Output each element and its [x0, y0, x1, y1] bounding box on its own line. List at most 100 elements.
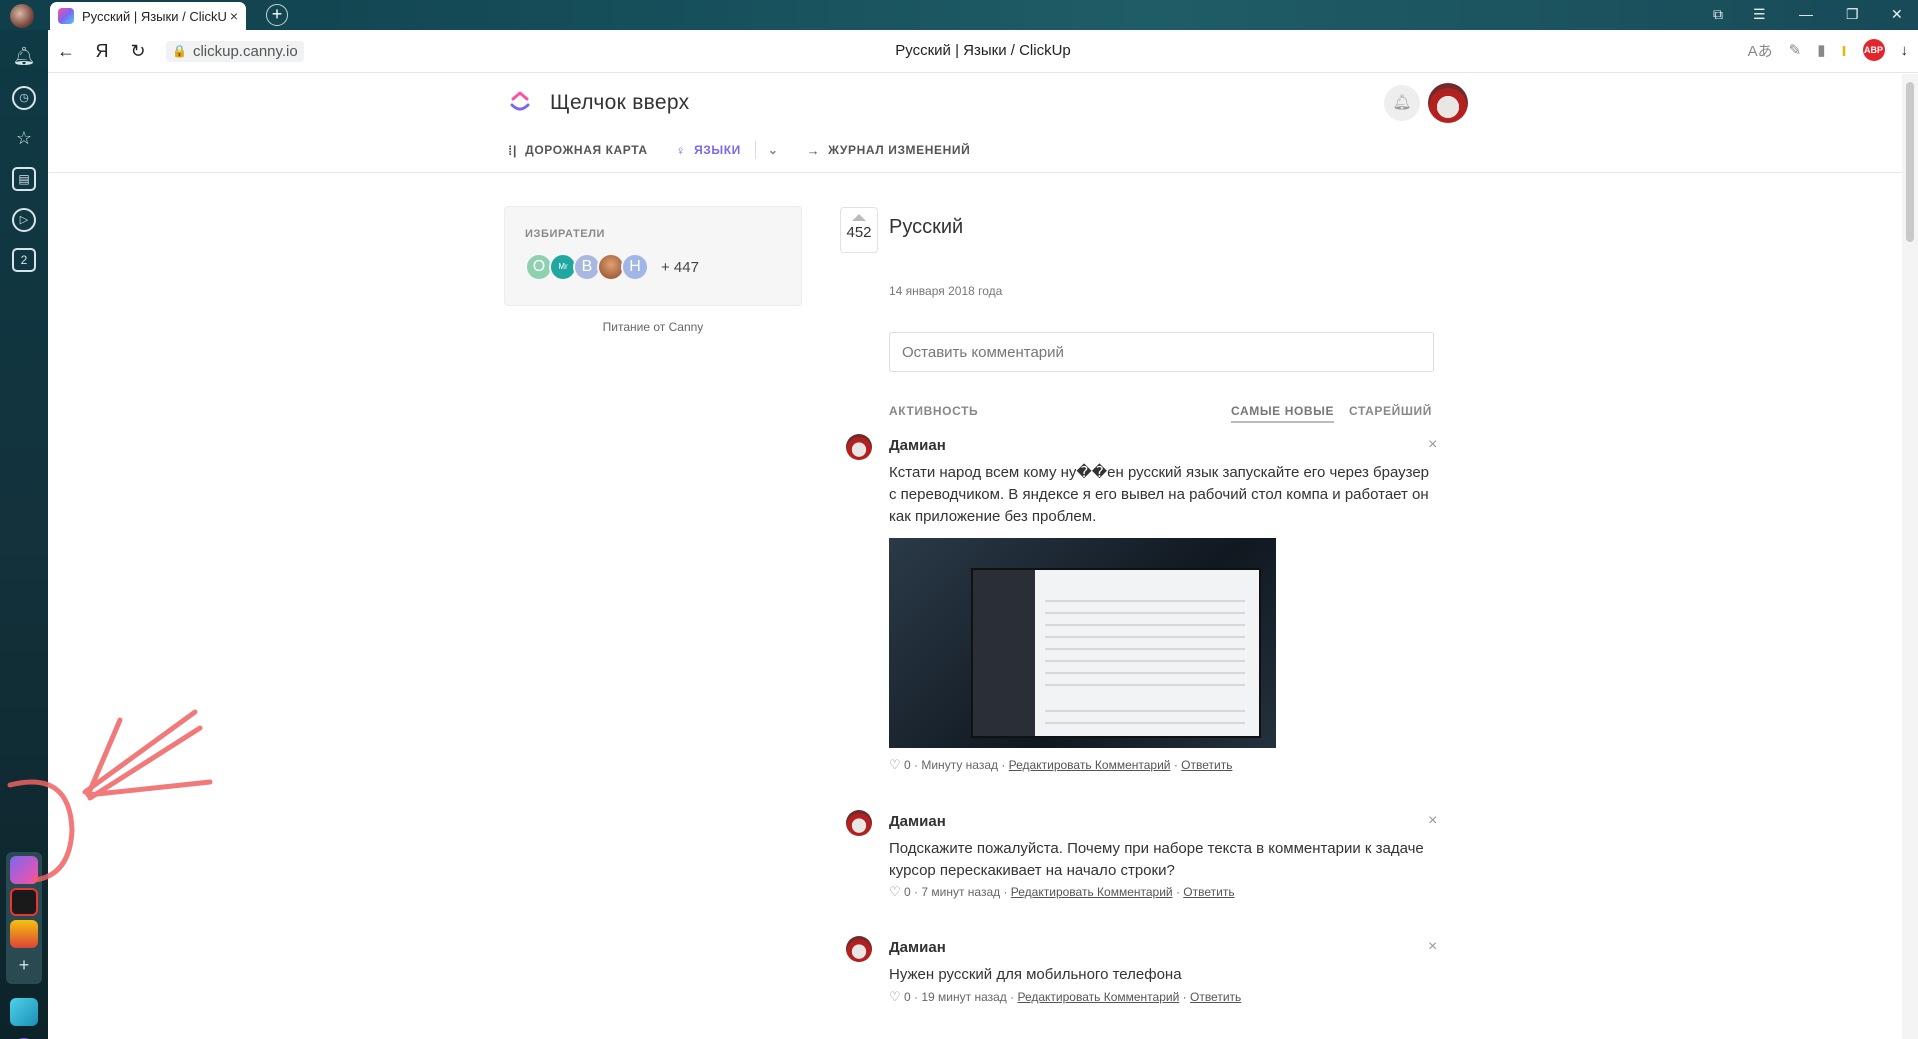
meta-separator: ·	[1173, 758, 1178, 772]
mail-app-icon[interactable]	[10, 920, 38, 948]
brand-name[interactable]: Щелчок вверх	[550, 91, 689, 115]
comment-item: Дамиан × Кстати народ всем кому ну��ен р…	[846, 434, 1446, 772]
reply-link[interactable]: Ответить	[1190, 990, 1241, 1004]
voters-card: ИЗБИРАТЕЛИ О Mr В Н + 447	[504, 206, 802, 306]
voters-more-count[interactable]: + 447	[661, 259, 699, 276]
edit-comment-link[interactable]: Редактировать Комментарий	[1009, 758, 1171, 772]
clickup-logo-icon[interactable]	[508, 90, 532, 114]
comment-meta: ♡ 0 · 7 минут назад · Редактировать Комм…	[889, 884, 1235, 900]
vote-count: 452	[846, 224, 872, 241]
edit-comment-link[interactable]: Редактировать Комментарий	[1011, 885, 1173, 899]
clickup-favicon-icon	[58, 8, 74, 24]
roadmap-icon: ⁞|	[508, 142, 518, 158]
window-close-icon[interactable]: ✕	[1891, 6, 1903, 23]
menu-icon[interactable]: ☰	[1753, 6, 1766, 23]
like-heart-icon[interactable]: ♡	[889, 757, 901, 772]
add-app-icon[interactable]: +	[12, 953, 36, 977]
comment-delete-icon[interactable]: ×	[1428, 812, 1437, 830]
extension-icon[interactable]: ı	[1841, 40, 1846, 61]
voter-avatar[interactable]: Н	[621, 253, 649, 281]
edit-comment-link[interactable]: Редактировать Комментарий	[1017, 990, 1179, 1004]
comment-meta: ♡ 0 · 19 минут назад · Редактировать Ком…	[889, 989, 1241, 1005]
comment-text: Кстати народ всем кому ну��ен русский яз…	[889, 464, 1430, 525]
scrollbar-thumb[interactable]	[1906, 82, 1914, 242]
voter-avatars: О Mr В Н + 447	[525, 253, 699, 281]
favorites-icon[interactable]: ☆	[12, 126, 36, 150]
meta-separator: ·	[1182, 990, 1187, 1004]
nav-roadmap[interactable]: ⁞| ДОРОЖНАЯ КАРТА	[508, 143, 648, 158]
comment-item: Дамиан × Подскажите пожалуйста. Почему п…	[846, 810, 1446, 910]
comment-author[interactable]: Дамиан	[889, 813, 946, 830]
browser-tab-bar: Русский | Языки / ClickUp × + ⧉ ☰ — ❐ ✕	[0, 0, 1918, 30]
back-icon[interactable]: ←	[48, 41, 84, 62]
site-nav: ⁞| ДОРОЖНАЯ КАРТА ♀ ЯЗЫКИ ⌄ → ЖУРНАЛ ИЗМ…	[508, 141, 998, 159]
comment-meta: ♡ 0 · Минуту назад · Редактировать Комме…	[889, 757, 1232, 773]
nav-roadmap-label: ДОРОЖНАЯ КАРТА	[525, 143, 648, 157]
activity-label: АКТИВНОСТЬ	[889, 404, 979, 418]
comment-author-avatar[interactable]	[846, 810, 872, 836]
comment-delete-icon[interactable]: ×	[1428, 436, 1437, 454]
minimize-icon[interactable]: —	[1799, 6, 1813, 22]
upvote-button[interactable]: 452	[840, 207, 878, 253]
like-count: 0	[904, 885, 911, 899]
lightbulb-icon: ♀	[675, 142, 687, 158]
comment-input[interactable]	[889, 332, 1434, 372]
bookmark-icon[interactable]: ▮	[1817, 41, 1825, 59]
video-icon[interactable]: ▷	[12, 208, 36, 232]
tab-title: Русский | Языки / ClickUp	[82, 8, 226, 24]
collections-icon[interactable]: ▤	[12, 167, 36, 191]
nav-languages-label: ЯЗЫКИ	[694, 143, 741, 157]
reply-link[interactable]: Ответить	[1181, 758, 1232, 772]
yandex-home-icon[interactable]: Я	[84, 41, 120, 62]
url-text: clickup.canny.io	[192, 42, 298, 60]
post-title: Русский	[889, 216, 964, 238]
opera-app-icon[interactable]	[10, 888, 38, 916]
comment-author-avatar[interactable]	[846, 434, 872, 460]
tabs-panel-icon[interactable]: ⧉	[1713, 6, 1723, 23]
sort-newest-tab[interactable]: САМЫЕ НОВЫЕ	[1231, 404, 1335, 423]
nav-languages[interactable]: ♀ ЯЗЫКИ	[676, 143, 741, 158]
notifications-icon[interactable]: 🔔︎	[12, 44, 36, 68]
comment-time: · Минуту назад ·	[914, 758, 1006, 772]
page-scrollbar[interactable]	[1902, 74, 1918, 1039]
adblock-icon[interactable]: ABP	[1862, 39, 1885, 61]
chevron-down-icon[interactable]: ⌄	[768, 143, 779, 157]
profile-avatar[interactable]	[10, 4, 34, 28]
notifications-bell-icon[interactable]: 🔔︎	[1384, 85, 1420, 121]
reply-link[interactable]: Ответить	[1183, 885, 1234, 899]
like-count: 0	[904, 990, 911, 1004]
pin-icon[interactable]: ✎	[1789, 41, 1802, 59]
nav-changelog[interactable]: → ЖУРНАЛ ИЗМЕНЕНИЙ	[807, 143, 971, 158]
post-date: 14 января 2018 года	[889, 284, 1003, 298]
meta-separator: ·	[1175, 885, 1180, 899]
comment-item: Дамиан × Нужен русский для мобильного те…	[846, 936, 1446, 1026]
translate-icon[interactable]: Aあ	[1748, 40, 1773, 61]
history-icon[interactable]: ◷	[12, 86, 36, 110]
address-bar-actions: Aあ ✎ ▮ ı ABP ↓	[1748, 39, 1908, 61]
like-heart-icon[interactable]: ♡	[889, 884, 901, 899]
comment-author-avatar[interactable]	[846, 936, 872, 962]
user-avatar[interactable]	[1428, 83, 1468, 123]
download-icon[interactable]: ↓	[1901, 42, 1909, 59]
url-field[interactable]: 🔒 clickup.canny.io	[166, 40, 304, 62]
comment-text: Нужен русский для мобильного телефона	[889, 966, 1182, 983]
comment-screenshot-image[interactable]	[889, 538, 1276, 748]
tab-close-icon[interactable]: ×	[230, 8, 238, 24]
browser-tab-active[interactable]: Русский | Языки / ClickUp ×	[50, 2, 246, 30]
clickup-app-icon[interactable]	[10, 856, 38, 884]
reload-icon[interactable]: ↻	[120, 41, 156, 62]
powered-by-link[interactable]: Питание от Canny	[504, 320, 802, 334]
restore-icon[interactable]: ❐	[1846, 6, 1859, 23]
browser-sidebar: 🔔︎ ◷ ☆ ▤ ▷ 2 +	[0, 30, 48, 1039]
comment-author[interactable]: Дамиан	[889, 939, 946, 956]
sort-oldest-tab[interactable]: СТАРЕЙШИЙ	[1349, 404, 1432, 418]
voters-label: ИЗБИРАТЕЛИ	[525, 228, 606, 240]
like-count: 0	[904, 758, 911, 772]
new-tab-button[interactable]: +	[266, 4, 288, 26]
comment-author[interactable]: Дамиан	[889, 437, 946, 454]
messenger-app-icon[interactable]	[10, 998, 38, 1026]
like-heart-icon[interactable]: ♡	[889, 989, 901, 1004]
comment-delete-icon[interactable]: ×	[1428, 938, 1437, 956]
tabs-count-icon[interactable]: 2	[12, 248, 36, 272]
nav-changelog-label: ЖУРНАЛ ИЗМЕНЕНИЙ	[828, 143, 971, 157]
